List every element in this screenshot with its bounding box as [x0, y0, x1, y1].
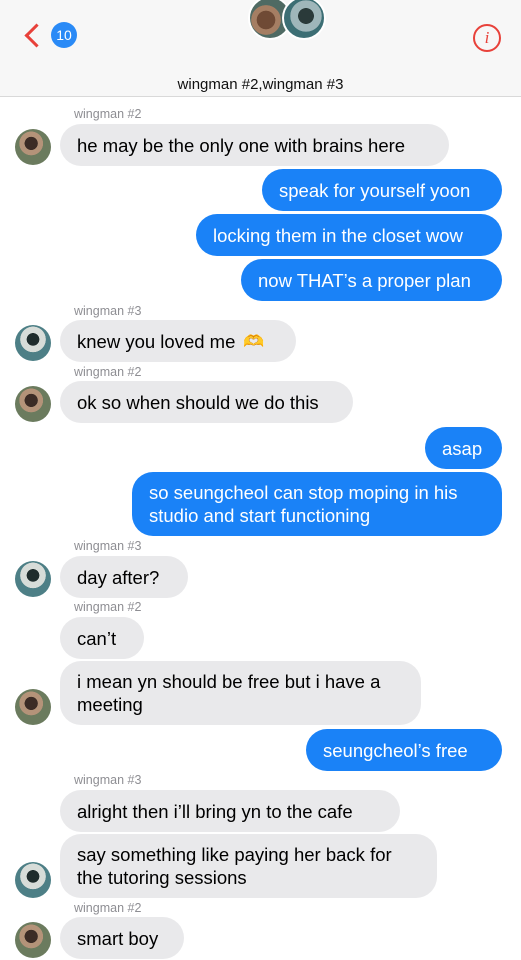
message-text: locking them in the closet wow: [213, 224, 463, 246]
message-text-line: meeting: [77, 694, 143, 715]
message-bubble-incoming[interactable]: ok so when should we do this: [60, 381, 353, 423]
avatar: [15, 922, 51, 958]
message-text: alright then i’ll bring yn to the cafe: [77, 800, 353, 822]
message-bubble-incoming[interactable]: knew you loved me 🫶: [60, 320, 296, 362]
message-text: knew you loved me: [77, 330, 236, 352]
message-bubble-outgoing[interactable]: speak for yourself yoon: [262, 169, 502, 211]
message-bubble-incoming[interactable]: say something like paying her back for t…: [60, 834, 437, 898]
message-bubble-incoming[interactable]: i mean yn should be free but i have a me…: [60, 661, 421, 725]
message-text: now THAT’s a proper plan: [258, 269, 471, 291]
message-text: day after?: [77, 566, 160, 588]
message-text-line: studio and start functioning: [149, 505, 371, 526]
message-bubble-incoming[interactable]: can’t: [60, 617, 144, 659]
sender-label: wingman #3: [74, 773, 142, 787]
sender-label: wingman #2: [74, 600, 142, 614]
sender-label: wingman #2: [74, 365, 142, 379]
sender-label: wingman #2: [74, 107, 142, 121]
message-text-line: i mean yn should be free but i have a: [77, 671, 381, 692]
heart-hands-icon: 🫶: [243, 331, 265, 351]
message-bubble-outgoing[interactable]: now THAT’s a proper plan: [241, 259, 502, 301]
avatar: [15, 561, 51, 597]
message-text: speak for yourself yoon: [279, 179, 471, 201]
chat-title[interactable]: wingman #2,wingman #3: [0, 76, 521, 93]
message-text: seungcheol’s free: [323, 739, 468, 761]
message-text: ok so when should we do this: [77, 391, 319, 413]
message-bubble-outgoing[interactable]: locking them in the closet wow: [196, 214, 502, 256]
message-bubble-incoming[interactable]: smart boy: [60, 917, 184, 959]
back-button[interactable]: 10: [22, 22, 77, 48]
avatar: [15, 129, 51, 165]
message-bubble-outgoing[interactable]: so seungcheol can stop moping in his stu…: [132, 472, 502, 536]
message-text: asap: [442, 437, 483, 459]
avatar: [15, 386, 51, 422]
message-text: smart boy: [77, 927, 159, 949]
message-bubble-outgoing[interactable]: seungcheol’s free: [306, 729, 502, 771]
message-text-line: so seungcheol can stop moping in his: [149, 482, 458, 503]
sender-label: wingman #2: [74, 901, 142, 915]
message-bubble-incoming[interactable]: he may be the only one with brains here: [60, 124, 449, 166]
message-text: can’t: [77, 627, 117, 649]
avatar: [15, 325, 51, 361]
message-bubble-incoming[interactable]: day after?: [60, 556, 188, 598]
unread-badge: 10: [51, 22, 77, 48]
avatar: [15, 862, 51, 898]
message-text-line: say something like paying her back for: [77, 844, 392, 865]
sender-label: wingman #3: [74, 539, 142, 553]
avatar: [15, 689, 51, 725]
info-icon[interactable]: i: [473, 24, 501, 52]
message-bubble-outgoing[interactable]: asap: [425, 427, 502, 469]
message-bubble-incoming[interactable]: alright then i’ll bring yn to the cafe: [60, 790, 400, 832]
chevron-left-icon: [24, 22, 49, 48]
message-text-line: the tutoring sessions: [77, 867, 247, 888]
message-text: he may be the only one with brains here: [77, 134, 406, 156]
avatar-wingman-3: [282, 0, 326, 40]
group-avatar[interactable]: [248, 0, 328, 40]
sender-label: wingman #3: [74, 304, 142, 318]
chat-header: 10 i wingman #2,wingman #3: [0, 0, 521, 97]
